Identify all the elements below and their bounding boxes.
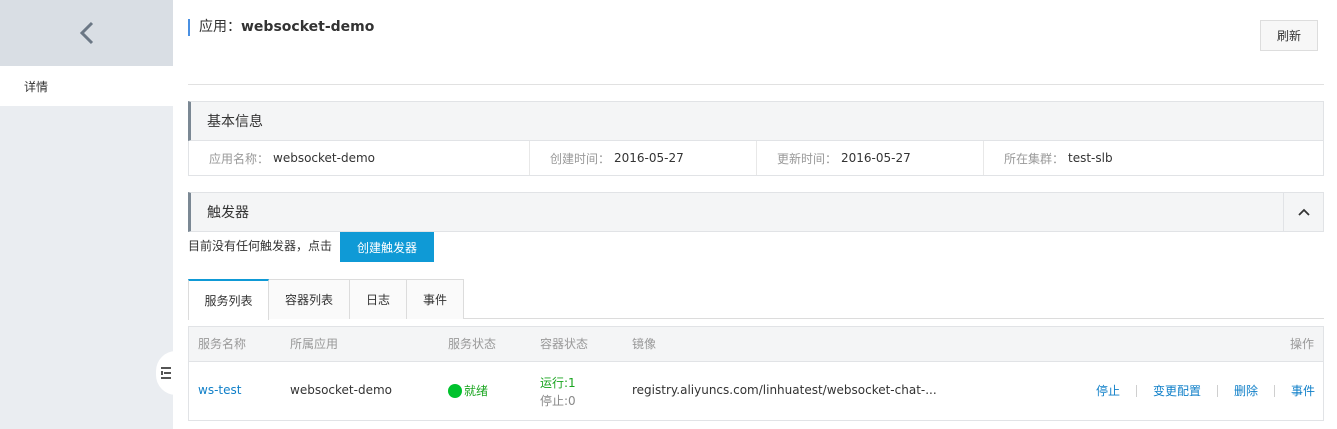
row-actions: 停止 变更配置 删除 事件 bbox=[1080, 362, 1323, 420]
services-table: 服务名称 所属应用 服务状态 容器状态 镜像 操作 ws-test websoc… bbox=[188, 326, 1324, 421]
tab-bar: 服务列表 容器列表 日志 事件 bbox=[188, 279, 1324, 320]
collapse-button[interactable] bbox=[1283, 193, 1323, 231]
col-image: 镜像 bbox=[632, 337, 657, 351]
refresh-button[interactable]: 刷新 bbox=[1260, 20, 1318, 51]
info-updated: 更新时间： 2016-05-27 bbox=[757, 141, 984, 175]
service-name-link[interactable]: ws-test bbox=[198, 383, 241, 397]
tab-services[interactable]: 服务列表 bbox=[188, 279, 269, 320]
col-app: 所属应用 bbox=[290, 337, 339, 351]
status-ok-icon bbox=[448, 384, 462, 398]
tab-containers[interactable]: 容器列表 bbox=[268, 279, 350, 319]
col-container-status: 容器状态 bbox=[540, 337, 589, 351]
page-title: 应用：websocket-demo bbox=[188, 19, 374, 36]
container-stopped: 停止:0 bbox=[540, 394, 576, 408]
tab-logs[interactable]: 日志 bbox=[349, 279, 407, 319]
events-button[interactable]: 事件 bbox=[1275, 385, 1323, 397]
col-service-name: 服务名称 bbox=[198, 337, 247, 351]
divider bbox=[188, 84, 1324, 85]
table-header: 服务名称 所属应用 服务状态 容器状态 镜像 操作 bbox=[189, 327, 1323, 362]
create-trigger-button[interactable]: 创建触发器 bbox=[340, 232, 434, 262]
info-created: 创建时间： 2016-05-27 bbox=[530, 141, 757, 175]
sidebar-item-details[interactable]: 详情 bbox=[0, 66, 173, 106]
sidebar-item-label: 详情 bbox=[24, 79, 49, 94]
col-actions: 操作 bbox=[1289, 337, 1314, 351]
menu-collapse-icon bbox=[161, 367, 171, 379]
main-content: 应用：websocket-demo 刷新 基本信息 应用名称： websocket… bbox=[188, 0, 1324, 429]
sidebar: 详情 bbox=[0, 0, 173, 429]
stop-button[interactable]: 停止 bbox=[1080, 385, 1137, 397]
delete-button[interactable]: 删除 bbox=[1218, 385, 1275, 397]
triggers-header: 触发器 bbox=[188, 192, 1324, 232]
service-image: registry.aliyuncs.com/linhuatest/websock… bbox=[632, 383, 937, 397]
app-name: websocket-demo bbox=[241, 19, 375, 35]
chevron-left-icon bbox=[79, 21, 93, 45]
chevron-up-icon bbox=[1297, 208, 1310, 216]
basic-info-row: 应用名称： websocket-demo 创建时间： 2016-05-27 更新时间… bbox=[188, 141, 1324, 176]
info-app-name: 应用名称： websocket-demo bbox=[189, 141, 530, 175]
info-cluster: 所在集群： test-slb bbox=[1004, 151, 1113, 166]
basic-info-header: 基本信息 bbox=[188, 101, 1324, 141]
back-button[interactable] bbox=[0, 0, 173, 66]
change-config-button[interactable]: 变更配置 bbox=[1137, 385, 1218, 397]
table-row: ws-test websocket-demo 就绪 运行:1 停止:0 regi… bbox=[189, 362, 1323, 420]
container-running: 运行:1 bbox=[540, 376, 576, 390]
no-triggers-text: 目前没有任何触发器，点击 bbox=[188, 239, 333, 253]
tab-events[interactable]: 事件 bbox=[406, 279, 464, 319]
service-status: 就绪 bbox=[448, 382, 488, 399]
service-app: websocket-demo bbox=[290, 383, 392, 397]
col-service-status: 服务状态 bbox=[448, 337, 497, 351]
